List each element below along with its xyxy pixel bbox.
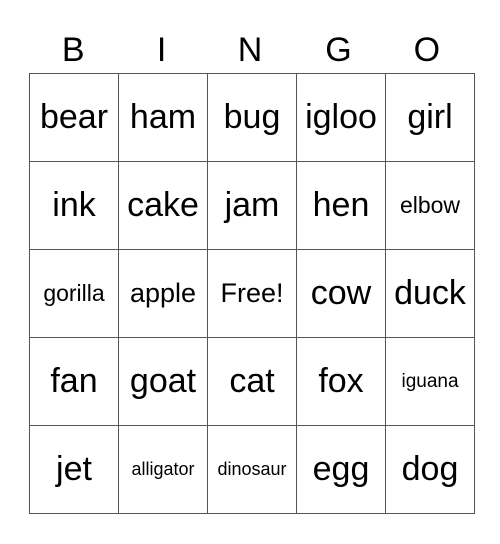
header-letter-b: B (61, 31, 85, 69)
card-cell[interactable]: egg (296, 425, 386, 514)
card-cell[interactable]: cow (296, 249, 386, 338)
card-cell[interactable]: bear (29, 73, 119, 162)
card-cell[interactable]: girl (385, 73, 475, 162)
card-cell[interactable]: duck (385, 249, 475, 338)
card-row: fan goat cat fox iguana (29, 337, 475, 426)
card-cell[interactable]: dog (385, 425, 475, 514)
card-cell[interactable]: goat (118, 337, 208, 426)
card-cell[interactable]: ink (29, 161, 119, 250)
card-cell[interactable]: cake (118, 161, 208, 250)
card-cell[interactable]: bug (207, 73, 297, 162)
card-cell[interactable]: gorilla (29, 249, 119, 338)
card-row: ink cake jam hen elbow (29, 161, 475, 250)
card-cell[interactable]: apple (118, 249, 208, 338)
card-row: gorilla apple Free! cow duck (29, 249, 475, 338)
card-cell[interactable]: fan (29, 337, 119, 426)
header-letter-n: N (237, 31, 263, 69)
bingo-card: bear ham bug igloo girl ink cake jam hen… (29, 73, 475, 514)
card-cell[interactable]: ham (118, 73, 208, 162)
card-cell[interactable]: alligator (118, 425, 208, 514)
card-cell[interactable]: cat (207, 337, 297, 426)
card-cell[interactable]: jam (207, 161, 297, 250)
card-cell[interactable]: jet (29, 425, 119, 514)
card-row: bear ham bug igloo girl (29, 73, 475, 162)
bingo-header: B I N G O (29, 28, 471, 72)
card-cell[interactable]: fox (296, 337, 386, 426)
card-cell[interactable]: iguana (385, 337, 475, 426)
free-space-cell[interactable]: Free! (207, 249, 297, 338)
header-letter-g: G (325, 31, 352, 69)
card-row: jet alligator dinosaur egg dog (29, 425, 475, 514)
card-cell[interactable]: igloo (296, 73, 386, 162)
header-letter-i: I (156, 31, 167, 69)
card-cell[interactable]: elbow (385, 161, 475, 250)
header-letter-o: O (413, 31, 441, 69)
card-cell[interactable]: dinosaur (207, 425, 297, 514)
card-cell[interactable]: hen (296, 161, 386, 250)
